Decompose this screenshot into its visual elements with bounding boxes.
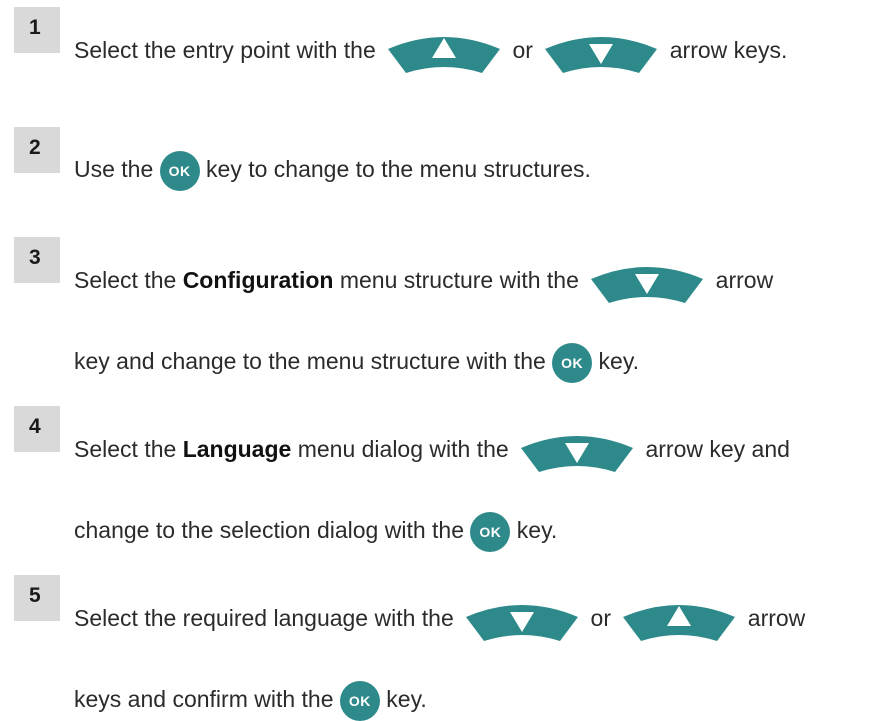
arrow-down-key-icon bbox=[460, 597, 584, 643]
ok-key-icon: OK bbox=[470, 511, 511, 552]
emphasized-term: Language bbox=[182, 436, 292, 463]
ok-key-icon: OK bbox=[552, 342, 593, 383]
ok-key-icon: OK bbox=[339, 680, 380, 721]
step-text: key and change to the menu structure wit… bbox=[74, 348, 553, 374]
step-text: key. bbox=[592, 348, 640, 374]
step-text: keys and confirm with the bbox=[74, 686, 340, 712]
arrow-down-key-icon bbox=[539, 29, 663, 75]
step-text: change to the selection dialog with the bbox=[74, 517, 471, 543]
step-text: Select the bbox=[74, 267, 183, 294]
arrow-down-key-icon bbox=[515, 428, 639, 474]
ok-key-label: OK bbox=[561, 354, 584, 371]
step-text: Select the entry point with the bbox=[74, 37, 383, 64]
ok-key-label: OK bbox=[348, 692, 371, 709]
arrow-up-key-icon bbox=[617, 597, 741, 643]
step-text: arrow bbox=[741, 605, 806, 632]
step-number-badge: 1 bbox=[14, 7, 60, 53]
step-text: or bbox=[584, 605, 618, 632]
emphasized-term: Configuration bbox=[182, 267, 334, 294]
step-number-badge: 3 bbox=[14, 237, 60, 283]
step-text-line: change to the selection dialog with the … bbox=[74, 510, 558, 552]
ok-key-label: OK bbox=[168, 162, 191, 179]
step-text-line: key and change to the menu structure wit… bbox=[74, 341, 640, 383]
step-number-badge: 5 bbox=[14, 575, 60, 621]
step-text-line: Select the Configuration menu structure … bbox=[74, 259, 774, 303]
ok-key-label: OK bbox=[479, 523, 502, 540]
step-number-badge: 2 bbox=[14, 127, 60, 173]
step-text-line: Select the required language with the or… bbox=[74, 597, 806, 641]
step-text: Select the required language with the bbox=[74, 605, 461, 632]
step-text: key to change to the menu structures. bbox=[199, 156, 591, 182]
step-text: arrow keys. bbox=[663, 37, 788, 64]
arrow-down-key-icon bbox=[585, 259, 709, 305]
step-text: key. bbox=[379, 686, 427, 712]
step-text: arrow bbox=[709, 267, 774, 294]
step-text: Use the bbox=[74, 156, 160, 182]
step-text-line: keys and confirm with the OK key. bbox=[74, 679, 427, 721]
step-text-line: Use the OK key to change to the menu str… bbox=[74, 149, 591, 191]
step-number-badge: 4 bbox=[14, 406, 60, 452]
step-text: arrow key and bbox=[639, 436, 790, 463]
arrow-up-key-icon bbox=[382, 29, 506, 75]
step-text: menu dialog with the bbox=[291, 436, 516, 463]
step-text: key. bbox=[510, 517, 558, 543]
step-text: or bbox=[506, 37, 540, 64]
step-text-line: Select the entry point with the or arrow… bbox=[74, 29, 788, 73]
step-text: menu structure with the bbox=[333, 267, 586, 294]
step-text-line: Select the Language menu dialog with the… bbox=[74, 428, 790, 472]
step-text: Select the bbox=[74, 436, 183, 463]
ok-key-icon: OK bbox=[159, 150, 200, 191]
